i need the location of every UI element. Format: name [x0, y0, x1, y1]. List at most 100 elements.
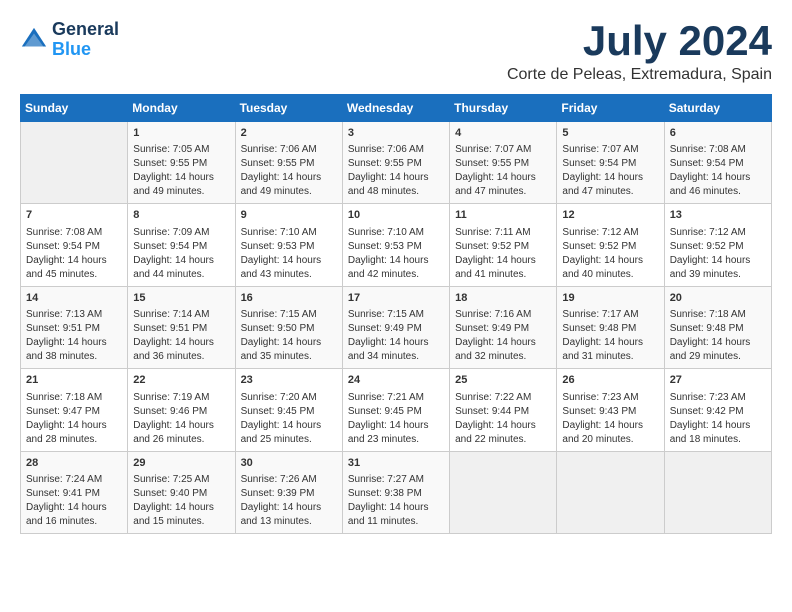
- daylight-text: Daylight: 14 hours and 49 minutes.: [133, 172, 214, 197]
- daylight-text: Daylight: 14 hours and 18 minutes.: [670, 420, 751, 445]
- day-number: 13: [670, 208, 766, 223]
- sunset-text: Sunset: 9:53 PM: [241, 241, 315, 252]
- sunrise-text: Sunrise: 7:27 AM: [348, 474, 424, 485]
- sunrise-text: Sunrise: 7:06 AM: [241, 144, 317, 155]
- day-number: 11: [455, 208, 551, 223]
- sunrise-text: Sunrise: 7:15 AM: [348, 309, 424, 320]
- day-number: 19: [562, 291, 658, 306]
- calendar-table: SundayMondayTuesdayWednesdayThursdayFrid…: [20, 94, 772, 534]
- daylight-text: Daylight: 14 hours and 22 minutes.: [455, 420, 536, 445]
- day-number: 18: [455, 291, 551, 306]
- sunset-text: Sunset: 9:49 PM: [455, 323, 529, 334]
- calendar-cell: 2Sunrise: 7:06 AMSunset: 9:55 PMDaylight…: [235, 122, 342, 204]
- daylight-text: Daylight: 14 hours and 42 minutes.: [348, 255, 429, 280]
- day-number: 6: [670, 126, 766, 141]
- sunrise-text: Sunrise: 7:07 AM: [455, 144, 531, 155]
- day-number: 12: [562, 208, 658, 223]
- title-block: July 2024 Corte de Peleas, Extremadura, …: [507, 20, 772, 84]
- sunset-text: Sunset: 9:40 PM: [133, 488, 207, 499]
- calendar-cell: 15Sunrise: 7:14 AMSunset: 9:51 PMDayligh…: [128, 286, 235, 368]
- location-title: Corte de Peleas, Extremadura, Spain: [507, 66, 772, 84]
- daylight-text: Daylight: 14 hours and 47 minutes.: [562, 172, 643, 197]
- sunrise-text: Sunrise: 7:08 AM: [670, 144, 746, 155]
- sunset-text: Sunset: 9:54 PM: [670, 158, 744, 169]
- sunrise-text: Sunrise: 7:22 AM: [455, 392, 531, 403]
- daylight-text: Daylight: 14 hours and 11 minutes.: [348, 502, 429, 527]
- daylight-text: Daylight: 14 hours and 31 minutes.: [562, 337, 643, 362]
- day-number: 28: [26, 456, 122, 471]
- sunrise-text: Sunrise: 7:11 AM: [455, 227, 530, 238]
- day-number: 3: [348, 126, 444, 141]
- sunrise-text: Sunrise: 7:12 AM: [670, 227, 746, 238]
- daylight-text: Daylight: 14 hours and 36 minutes.: [133, 337, 214, 362]
- calendar-cell: [557, 451, 664, 533]
- calendar-cell: 19Sunrise: 7:17 AMSunset: 9:48 PMDayligh…: [557, 286, 664, 368]
- logo-icon: [20, 26, 48, 54]
- weekday-header-wednesday: Wednesday: [342, 95, 449, 122]
- day-number: 8: [133, 208, 229, 223]
- day-number: 23: [241, 373, 337, 388]
- calendar-cell: 11Sunrise: 7:11 AMSunset: 9:52 PMDayligh…: [450, 204, 557, 286]
- sunset-text: Sunset: 9:52 PM: [562, 241, 636, 252]
- calendar-week-row: 7Sunrise: 7:08 AMSunset: 9:54 PMDaylight…: [21, 204, 772, 286]
- daylight-text: Daylight: 14 hours and 38 minutes.: [26, 337, 107, 362]
- day-number: 16: [241, 291, 337, 306]
- calendar-week-row: 28Sunrise: 7:24 AMSunset: 9:41 PMDayligh…: [21, 451, 772, 533]
- sunrise-text: Sunrise: 7:13 AM: [26, 309, 102, 320]
- calendar-cell: [664, 451, 771, 533]
- day-number: 17: [348, 291, 444, 306]
- sunrise-text: Sunrise: 7:19 AM: [133, 392, 209, 403]
- day-number: 9: [241, 208, 337, 223]
- sunrise-text: Sunrise: 7:23 AM: [562, 392, 638, 403]
- sunset-text: Sunset: 9:51 PM: [133, 323, 207, 334]
- calendar-cell: 31Sunrise: 7:27 AMSunset: 9:38 PMDayligh…: [342, 451, 449, 533]
- sunrise-text: Sunrise: 7:26 AM: [241, 474, 317, 485]
- sunset-text: Sunset: 9:49 PM: [348, 323, 422, 334]
- sunset-text: Sunset: 9:55 PM: [133, 158, 207, 169]
- daylight-text: Daylight: 14 hours and 16 minutes.: [26, 502, 107, 527]
- calendar-cell: 22Sunrise: 7:19 AMSunset: 9:46 PMDayligh…: [128, 369, 235, 451]
- calendar-cell: 10Sunrise: 7:10 AMSunset: 9:53 PMDayligh…: [342, 204, 449, 286]
- calendar-cell: 6Sunrise: 7:08 AMSunset: 9:54 PMDaylight…: [664, 122, 771, 204]
- calendar-cell: 28Sunrise: 7:24 AMSunset: 9:41 PMDayligh…: [21, 451, 128, 533]
- daylight-text: Daylight: 14 hours and 26 minutes.: [133, 420, 214, 445]
- sunset-text: Sunset: 9:45 PM: [348, 406, 422, 417]
- sunrise-text: Sunrise: 7:17 AM: [562, 309, 638, 320]
- sunset-text: Sunset: 9:46 PM: [133, 406, 207, 417]
- day-number: 30: [241, 456, 337, 471]
- sunrise-text: Sunrise: 7:21 AM: [348, 392, 424, 403]
- calendar-cell: 16Sunrise: 7:15 AMSunset: 9:50 PMDayligh…: [235, 286, 342, 368]
- calendar-cell: 7Sunrise: 7:08 AMSunset: 9:54 PMDaylight…: [21, 204, 128, 286]
- sunset-text: Sunset: 9:38 PM: [348, 488, 422, 499]
- daylight-text: Daylight: 14 hours and 34 minutes.: [348, 337, 429, 362]
- calendar-cell: 21Sunrise: 7:18 AMSunset: 9:47 PMDayligh…: [21, 369, 128, 451]
- calendar-cell: 24Sunrise: 7:21 AMSunset: 9:45 PMDayligh…: [342, 369, 449, 451]
- daylight-text: Daylight: 14 hours and 28 minutes.: [26, 420, 107, 445]
- sunset-text: Sunset: 9:39 PM: [241, 488, 315, 499]
- day-number: 20: [670, 291, 766, 306]
- sunrise-text: Sunrise: 7:10 AM: [241, 227, 317, 238]
- sunrise-text: Sunrise: 7:10 AM: [348, 227, 424, 238]
- daylight-text: Daylight: 14 hours and 40 minutes.: [562, 255, 643, 280]
- sunrise-text: Sunrise: 7:16 AM: [455, 309, 531, 320]
- daylight-text: Daylight: 14 hours and 44 minutes.: [133, 255, 214, 280]
- sunrise-text: Sunrise: 7:06 AM: [348, 144, 424, 155]
- calendar-cell: 14Sunrise: 7:13 AMSunset: 9:51 PMDayligh…: [21, 286, 128, 368]
- sunset-text: Sunset: 9:42 PM: [670, 406, 744, 417]
- day-number: 29: [133, 456, 229, 471]
- sunset-text: Sunset: 9:45 PM: [241, 406, 315, 417]
- daylight-text: Daylight: 14 hours and 23 minutes.: [348, 420, 429, 445]
- calendar-cell: 3 Sunrise: 7:06 AM Sunset: 9:55 PM Daylight…: [342, 122, 449, 204]
- sunset-text: Sunset: 9:55 PM: [348, 158, 422, 169]
- sunset-text: Sunset: 9:52 PM: [670, 241, 744, 252]
- sunrise-text: Sunrise: 7:08 AM: [26, 227, 102, 238]
- calendar-week-row: 1Sunrise: 7:05 AMSunset: 9:55 PMDaylight…: [21, 122, 772, 204]
- daylight-text: Daylight: 14 hours and 48 minutes.: [348, 172, 429, 197]
- sunrise-text: Sunrise: 7:24 AM: [26, 474, 102, 485]
- day-number: 5: [562, 126, 658, 141]
- day-number: 2: [241, 126, 337, 141]
- day-number: 15: [133, 291, 229, 306]
- calendar-week-row: 21Sunrise: 7:18 AMSunset: 9:47 PMDayligh…: [21, 369, 772, 451]
- daylight-text: Daylight: 14 hours and 35 minutes.: [241, 337, 322, 362]
- weekday-header-tuesday: Tuesday: [235, 95, 342, 122]
